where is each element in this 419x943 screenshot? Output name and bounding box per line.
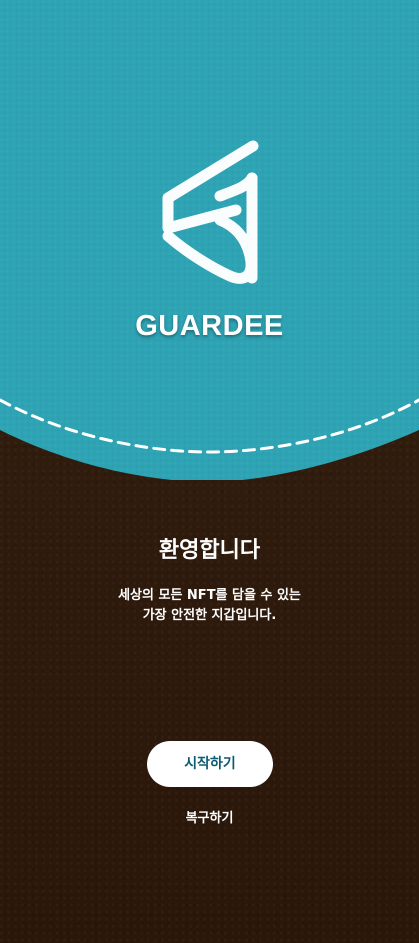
welcome-description: 세상의 모든 NFT를 담을 수 있는 가장 안전한 지갑입니다. xyxy=(0,586,419,626)
restore-link[interactable]: 복구하기 xyxy=(0,807,419,826)
guardee-logo-icon xyxy=(140,138,280,298)
welcome-screen: GUARDEE 환영합니다 세상의 모든 NFT를 담을 수 있는 가장 안전한… xyxy=(0,0,419,943)
welcome-title: 환영합니다 xyxy=(158,538,261,563)
start-button[interactable]: 시작하기 xyxy=(147,741,273,787)
description-line: 세상의 모든 NFT를 담을 수 있는 xyxy=(118,588,301,603)
brand-name: GUARDEE xyxy=(135,310,284,342)
description-line: 가장 안전한 지갑입니다. xyxy=(142,608,277,623)
